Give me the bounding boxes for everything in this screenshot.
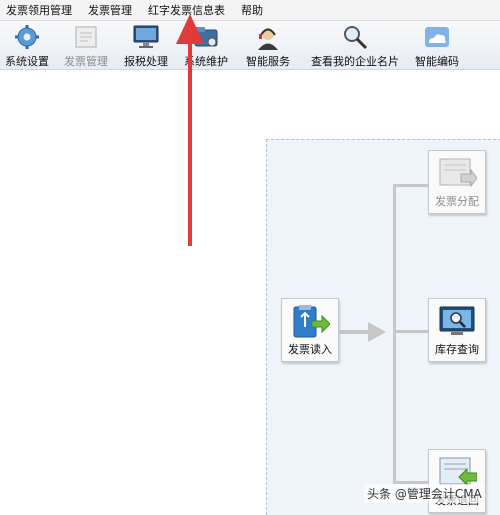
toolbar-label: 发票管理 — [64, 55, 108, 68]
inventory-search-icon — [439, 306, 475, 335]
invoice-read-card[interactable]: 发票读入 — [281, 298, 339, 362]
smart-service-button[interactable]: 智能服务 — [240, 21, 296, 69]
invoice-distribute-card[interactable]: 发票分配 — [428, 150, 486, 214]
tax-filing-button[interactable]: 报税处理 — [119, 21, 173, 69]
menu-invoice-management[interactable]: 发票管理 — [88, 2, 132, 18]
invoice-management-button[interactable]: 发票管理 — [59, 21, 113, 69]
toolbar-label: 查看我的企业名片 — [311, 55, 399, 68]
inventory-query-card[interactable]: 库存查询 — [428, 298, 486, 362]
watermark: 头条 @管理会计CMA — [364, 484, 485, 503]
invoice-distribute-icon — [439, 158, 477, 188]
toolbar-label: 智能编码 — [415, 55, 459, 68]
menu-invoice-requisition[interactable]: 发票领用管理 — [6, 2, 72, 18]
annotation-arrow-icon — [176, 14, 204, 246]
invoice-icon — [75, 26, 97, 48]
menu-bar: 发票领用管理 发票管理 红字发票信息表 帮助 — [0, 0, 500, 21]
smart-coding-button[interactable]: 智能编码 — [410, 21, 464, 69]
toolbar: 系统设置 发票管理 报税处理 系统维护 智能服务 查看我的企业名片 智能编码 — [0, 21, 500, 70]
connector-trunk — [393, 184, 396, 484]
headset-icon — [258, 28, 278, 50]
toolbar-label: 智能服务 — [246, 55, 290, 68]
menu-help[interactable]: 帮助 — [241, 2, 263, 18]
toolbar-label: 报税处理 — [124, 55, 168, 68]
view-business-card-button[interactable]: 查看我的企业名片 — [301, 21, 409, 69]
monitor-icon — [133, 25, 159, 48]
card-label: 库存查询 — [435, 343, 479, 356]
gear-icon — [15, 25, 39, 49]
flow-arrow-icon — [368, 322, 386, 342]
connector-branch-middle — [393, 330, 428, 333]
cloud-icon — [425, 27, 449, 47]
connector-branch-top — [393, 184, 428, 187]
toolbar-label: 系统设置 — [5, 55, 49, 68]
usb-import-icon — [293, 305, 330, 338]
card-label: 发票读入 — [288, 343, 332, 356]
system-settings-button[interactable]: 系统设置 — [0, 21, 54, 69]
invoice-return-card[interactable]: 发票退回 — [428, 449, 486, 513]
card-label: 发票分配 — [435, 195, 479, 208]
magnifier-icon — [344, 26, 368, 50]
